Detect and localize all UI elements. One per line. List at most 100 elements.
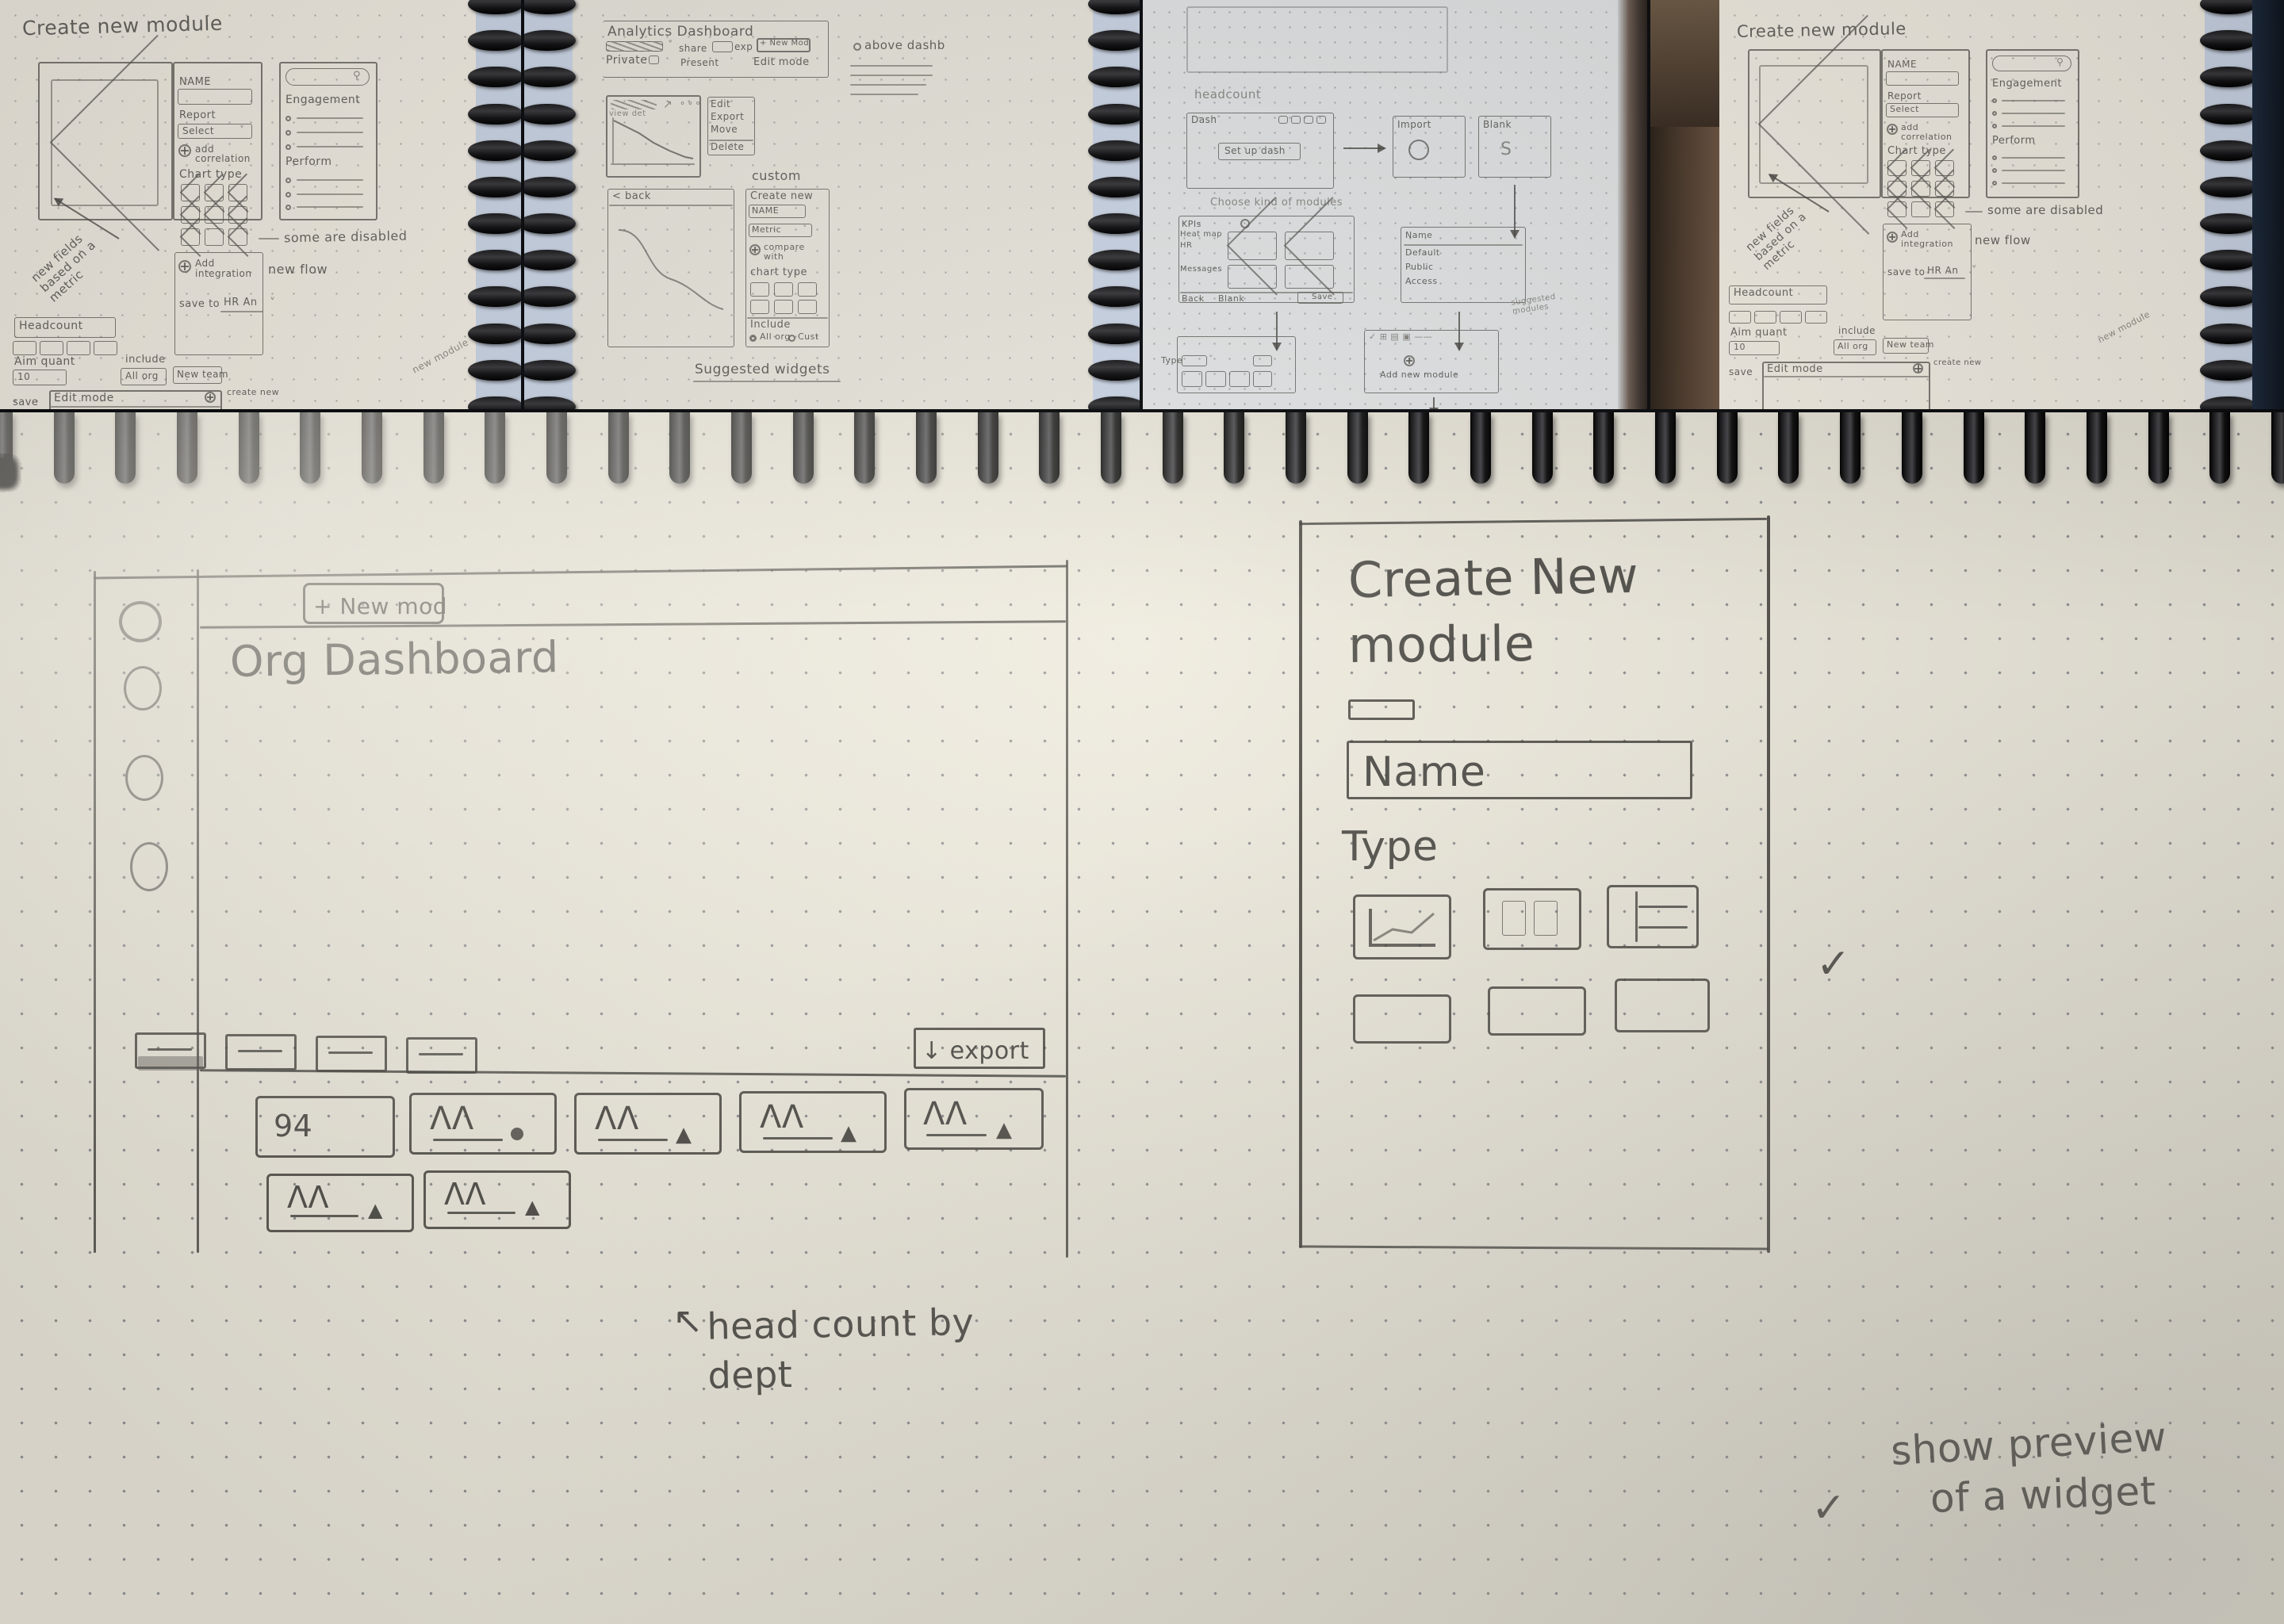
p3-side-item[interactable]: HR	[1180, 241, 1192, 250]
p2-menu-item[interactable]: Move	[711, 124, 738, 135]
export-button-label: ↓ export	[922, 1037, 1029, 1065]
p4-title: Create new module	[1736, 19, 1907, 41]
p4-save-label[interactable]: save	[1729, 366, 1753, 377]
p3-dash-caret-icon[interactable]: ˅	[1217, 114, 1221, 124]
dashboard-title: Org Dashboard	[229, 632, 560, 687]
p3-type-tile[interactable]	[1182, 371, 1202, 387]
p2-menu-item[interactable]: Delete	[711, 141, 744, 152]
p2-metric-label: Metric	[752, 224, 782, 235]
p2-widget-expand-icon[interactable]: ↗	[663, 98, 673, 111]
p2-present-label[interactable]: Present	[680, 57, 719, 68]
p2-charttype-option[interactable]	[798, 282, 817, 297]
p2-widget-menu-icon[interactable]: ⚬⚬⚬	[679, 98, 702, 109]
p1-chip[interactable]	[13, 341, 36, 355]
p3-type-tile[interactable]	[1253, 355, 1272, 366]
p2-charttype-option[interactable]	[750, 300, 769, 314]
p3-type-tile[interactable]	[1229, 371, 1250, 387]
p2-menu-item[interactable]: Export	[711, 111, 744, 122]
p2-radio-all-org[interactable]	[749, 335, 757, 342]
filter-chip[interactable]	[225, 1034, 297, 1071]
p4-chip[interactable]	[1729, 311, 1751, 324]
rail-icon-2[interactable]	[124, 666, 162, 710]
p4-chip[interactable]	[1754, 311, 1776, 324]
p3-winbtn[interactable]	[1316, 116, 1326, 124]
preview-annotation-check-1: ✓	[1816, 940, 1852, 988]
type-option-blank-2[interactable]	[1488, 986, 1586, 1036]
p1-chip[interactable]	[40, 341, 63, 355]
filter-chip[interactable]	[316, 1036, 387, 1072]
p1-saveto-caret-icon[interactable]: ˅	[270, 297, 276, 309]
create-panel-bottom	[1298, 1245, 1769, 1251]
p1-add-integration-label[interactable]: Add integration	[195, 259, 255, 279]
p1-list-bullet	[286, 130, 291, 136]
p2-export-chip[interactable]	[712, 41, 733, 52]
dashboard-window-top	[94, 565, 1067, 580]
p1-add-correlation-label[interactable]: add correlation	[195, 144, 259, 163]
p3-blank2-label[interactable]: Blank	[1218, 293, 1244, 304]
p2-share-label[interactable]: share	[679, 43, 707, 54]
p1-chip[interactable]	[94, 341, 117, 355]
p4-saveto-caret-icon[interactable]: ˅	[1972, 265, 1977, 277]
p2-back-label[interactable]: < back	[612, 190, 651, 202]
p2-radio-custom[interactable]	[788, 335, 795, 342]
p3-panel-item[interactable]: Public	[1405, 262, 1434, 272]
p3-type-tile[interactable]	[1253, 371, 1272, 387]
p4-annotation-newmodule: new module	[2096, 308, 2152, 346]
p4-chip[interactable]	[1805, 311, 1827, 324]
p1-createnew-label[interactable]: create new	[227, 387, 279, 397]
p4-name-input[interactable]	[1886, 71, 1959, 86]
filter-chip[interactable]	[406, 1037, 477, 1074]
p3-winbtn[interactable]	[1291, 116, 1301, 124]
kpi-tile-trend-dot	[511, 1128, 523, 1140]
chart-type-option[interactable]	[1911, 201, 1930, 217]
p3-type-caret-icon[interactable]: ˅	[1209, 354, 1213, 364]
p1-chip[interactable]	[67, 341, 90, 355]
p3-kpi-tile[interactable]	[1285, 265, 1334, 289]
kpi-tile-trend-up-icon: ▲	[676, 1123, 692, 1147]
chart-type-disabled-icon	[1935, 160, 1954, 176]
p3-kpi-tile[interactable]	[1228, 265, 1277, 289]
p1-editmode-title: Edit mode	[54, 392, 114, 404]
p2-charttype-option[interactable]	[774, 282, 793, 297]
p4-editmode-plus-icon	[1913, 363, 1923, 373]
p3-arrow-1	[1343, 147, 1385, 149]
p1-save-label[interactable]: save	[13, 396, 38, 408]
bar-chart-icon-bar	[1534, 901, 1558, 936]
p3-type-tile[interactable]	[1205, 371, 1226, 387]
type-option-table[interactable]	[1607, 885, 1699, 948]
p4-chip[interactable]	[1780, 311, 1802, 324]
p1-name-input[interactable]	[178, 89, 252, 105]
create-panel-small-field[interactable]	[1348, 699, 1415, 720]
p2-charttype-option[interactable]	[774, 300, 793, 314]
p3-winbtn[interactable]	[1278, 116, 1288, 124]
p2-metric-caret-icon[interactable]: ˅	[803, 224, 807, 234]
p1-annotation-disabled: some are disabled	[283, 228, 408, 246]
p2-editmode-label[interactable]: Edit mode	[753, 56, 810, 68]
p4-add-integration-label[interactable]: Add integration	[1901, 230, 1960, 249]
type-option-bar-chart[interactable]	[1483, 888, 1581, 950]
p3-side-item[interactable]: Heat map	[1180, 230, 1222, 239]
p3-type-select[interactable]	[1182, 355, 1207, 366]
p2-charttype-option[interactable]	[798, 300, 817, 314]
p2-compare-label[interactable]: compare with	[764, 243, 816, 262]
p3-back-label[interactable]: Back	[1182, 293, 1205, 304]
p3-winbtn[interactable]	[1304, 116, 1313, 124]
p4-createnew-label[interactable]: create new	[1933, 358, 1982, 367]
p3-panel-item: Name	[1405, 230, 1433, 240]
p2-menu-item[interactable]: Edit	[711, 98, 730, 109]
chart-type-option[interactable]	[205, 228, 224, 246]
p4-add-correlation-label[interactable]: add correlation	[1901, 123, 1960, 142]
p3-addmodule-label[interactable]: Add new module	[1380, 370, 1458, 380]
rail-icon-4[interactable]	[130, 842, 168, 891]
p3-panel-item[interactable]: Access	[1405, 276, 1438, 286]
rail-icon-1[interactable]	[119, 601, 162, 642]
p2-breadcrumb-caret-icon[interactable]: ˅	[668, 40, 673, 52]
type-option-blank-1[interactable]	[1353, 994, 1451, 1044]
p3-panel-item[interactable]: Default	[1405, 247, 1440, 258]
rail-icon-3[interactable]	[125, 755, 163, 801]
p2-charttype-option[interactable]	[750, 282, 769, 297]
screenshot-root: Create new module NAME Report Select ˅ a…	[0, 0, 2284, 1624]
p4-preview-placeholder-icon	[1759, 65, 1868, 184]
type-option-blank-3[interactable]	[1615, 979, 1710, 1032]
p3-side-item[interactable]: Messages	[1180, 265, 1222, 274]
